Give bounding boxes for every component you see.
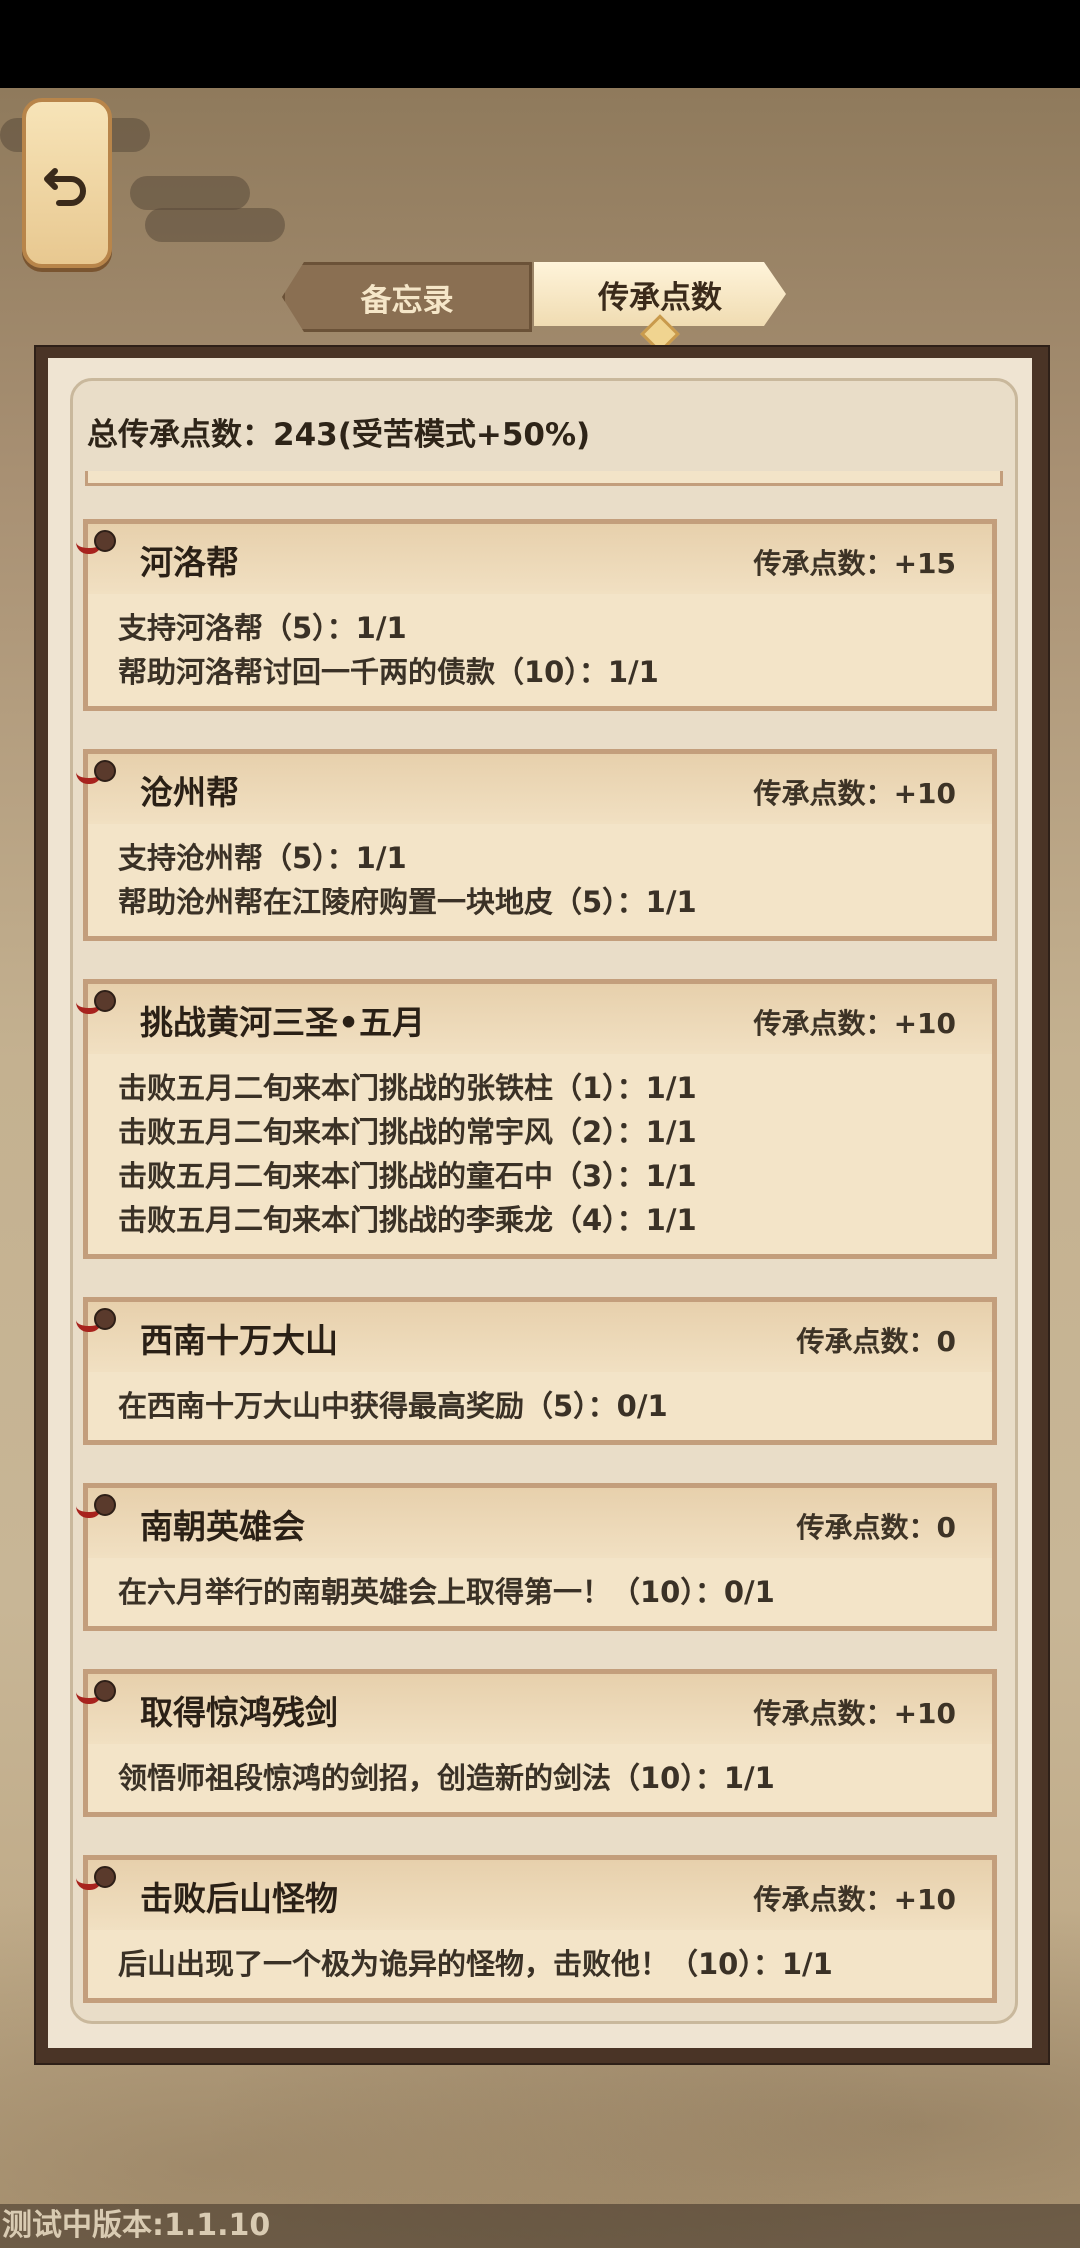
task-line: 领悟师祖段惊鸿的剑招，创造新的剑法（10）：1/1 bbox=[118, 1761, 775, 1795]
achievement-card: 南朝英雄会 传承点数：0 在六月举行的南朝英雄会上取得第一！（10）：0/1 bbox=[76, 1483, 997, 1631]
card-title: 取得惊鸿残剑 bbox=[140, 1693, 338, 1732]
card-points: 传承点数：+10 bbox=[754, 1692, 956, 1732]
card-header: 击败后山怪物 传承点数：+10 bbox=[76, 1860, 992, 1930]
cloud-decoration bbox=[130, 176, 250, 210]
card-title: 挑战黄河三圣•五月 bbox=[140, 1003, 426, 1042]
points-label: 传承点数： bbox=[753, 1697, 894, 1730]
card-points: 传承点数：0 bbox=[797, 1506, 957, 1546]
card-body: 支持河洛帮（5）：1/1 帮助河洛帮讨回一千两的债款（10）：1/1 bbox=[88, 594, 992, 706]
card-header: 西南十万大山 传承点数：0 bbox=[76, 1302, 992, 1372]
points-label: 传承点数： bbox=[796, 1511, 937, 1544]
points-label: 传承点数： bbox=[753, 1883, 894, 1916]
task-line: 击败五月二旬来本门挑战的李乘龙（4）：1/1 bbox=[118, 1203, 697, 1237]
tab-bar: 备忘录 传承点数 bbox=[282, 262, 786, 332]
card-title: 河洛帮 bbox=[140, 543, 239, 582]
task-line: 击败五月二旬来本门挑战的童石中（3）：1/1 bbox=[118, 1159, 697, 1193]
card-title: 西南十万大山 bbox=[140, 1321, 338, 1360]
total-points-summary: 总传承点数：243(受苦模式+50%) bbox=[87, 417, 591, 453]
card-body: 击败五月二旬来本门挑战的张铁柱（1）：1/1 击败五月二旬来本门挑战的常宇风（2）… bbox=[88, 1054, 992, 1254]
card-body: 支持沧州帮（5）：1/1 帮助沧州帮在江陵府购置一块地皮（5）：1/1 bbox=[88, 824, 992, 936]
partial-card-edge bbox=[85, 471, 1003, 486]
task-line: 后山出现了一个极为诡异的怪物，击败他！（10）：1/1 bbox=[118, 1947, 833, 1981]
card-title: 击败后山怪物 bbox=[140, 1879, 338, 1918]
points-label: 传承点数： bbox=[753, 547, 894, 580]
card-header: 沧州帮 传承点数：+10 bbox=[76, 754, 992, 824]
points-value: 0 bbox=[936, 1511, 956, 1544]
task-line: 在西南十万大山中获得最高奖励（5）：0/1 bbox=[118, 1389, 668, 1423]
task-line: 在六月举行的南朝英雄会上取得第一！（10）：0/1 bbox=[118, 1575, 775, 1609]
points-value: +10 bbox=[893, 777, 956, 810]
achievement-card: 取得惊鸿残剑 传承点数：+10 领悟师祖段惊鸿的剑招，创造新的剑法（10）：1/1 bbox=[76, 1669, 997, 1817]
card-header: 挑战黄河三圣•五月 传承点数：+10 bbox=[76, 984, 992, 1054]
scroll-pin-icon bbox=[76, 990, 116, 1016]
scroll-pin-icon bbox=[76, 1494, 116, 1520]
achievement-card: 挑战黄河三圣•五月 传承点数：+10 击败五月二旬来本门挑战的张铁柱（1）：1/1 击… bbox=[76, 979, 997, 1259]
card-points: 传承点数：0 bbox=[797, 1320, 957, 1360]
achievement-card: 沧州帮 传承点数：+10 支持沧州帮（5）：1/1 帮助沧州帮在江陵府购置一块地皮（5… bbox=[76, 749, 997, 941]
scroll-pin-icon bbox=[76, 1866, 116, 1892]
back-arrow-icon bbox=[44, 168, 86, 206]
scroll-pin-icon bbox=[76, 1680, 116, 1706]
scroll-pin-icon bbox=[76, 760, 116, 786]
points-value: +10 bbox=[893, 1883, 956, 1916]
card-points: 传承点数：+15 bbox=[754, 542, 956, 582]
card-body: 在六月举行的南朝英雄会上取得第一！（10）：0/1 bbox=[88, 1558, 992, 1626]
card-header: 河洛帮 传承点数：+15 bbox=[76, 524, 992, 594]
version-label: 测试中版本:1.1.10 bbox=[0, 2204, 1080, 2248]
card-title: 沧州帮 bbox=[140, 773, 239, 812]
achievement-card: 西南十万大山 传承点数：0 在西南十万大山中获得最高奖励（5）：0/1 bbox=[76, 1297, 997, 1445]
scroll-pin-icon bbox=[76, 1308, 116, 1334]
card-points: 传承点数：+10 bbox=[754, 1878, 956, 1918]
achievement-card: 河洛帮 传承点数：+15 支持河洛帮（5）：1/1 帮助河洛帮讨回一千两的债款（10）… bbox=[76, 519, 997, 711]
card-points: 传承点数：+10 bbox=[754, 1002, 956, 1042]
card-header: 南朝英雄会 传承点数：0 bbox=[76, 1488, 992, 1558]
points-label: 传承点数： bbox=[753, 777, 894, 810]
task-line: 支持沧州帮（5）：1/1 bbox=[118, 841, 407, 875]
task-line: 帮助沧州帮在江陵府购置一块地皮（5）：1/1 bbox=[118, 885, 697, 919]
points-value: 0 bbox=[936, 1325, 956, 1358]
points-value: +10 bbox=[893, 1007, 956, 1040]
card-body: 领悟师祖段惊鸿的剑招，创造新的剑法（10）：1/1 bbox=[88, 1744, 992, 1812]
scroll-pin-icon bbox=[76, 530, 116, 556]
points-list-scroll[interactable]: 总传承点数：243(受苦模式+50%) 河洛帮 传承点数：+15 支持河洛帮（5）：… bbox=[70, 378, 1018, 2024]
points-label: 传承点数： bbox=[753, 1007, 894, 1040]
achievement-card: 击败后山怪物 传承点数：+10 后山出现了一个极为诡异的怪物，击败他！（10）：1/… bbox=[76, 1855, 997, 2003]
card-points: 传承点数：+10 bbox=[754, 772, 956, 812]
task-line: 支持河洛帮（5）：1/1 bbox=[118, 611, 407, 645]
tab-memo[interactable]: 备忘录 bbox=[282, 262, 532, 332]
points-value: +15 bbox=[893, 547, 956, 580]
cloud-decoration bbox=[145, 208, 285, 242]
back-button[interactable] bbox=[22, 98, 112, 268]
card-body: 后山出现了一个极为诡异的怪物，击败他！（10）：1/1 bbox=[88, 1930, 992, 1998]
status-bar bbox=[0, 0, 1080, 88]
points-label: 传承点数： bbox=[796, 1325, 937, 1358]
task-line: 击败五月二旬来本门挑战的张铁柱（1）：1/1 bbox=[118, 1071, 697, 1105]
card-body: 在西南十万大山中获得最高奖励（5）：0/1 bbox=[88, 1372, 992, 1440]
card-title: 南朝英雄会 bbox=[140, 1507, 305, 1546]
task-line: 帮助河洛帮讨回一千两的债款（10）：1/1 bbox=[118, 655, 659, 689]
task-line: 击败五月二旬来本门挑战的常宇风（2）：1/1 bbox=[118, 1115, 697, 1149]
card-header: 取得惊鸿残剑 传承点数：+10 bbox=[76, 1674, 992, 1744]
points-value: +10 bbox=[893, 1697, 956, 1730]
